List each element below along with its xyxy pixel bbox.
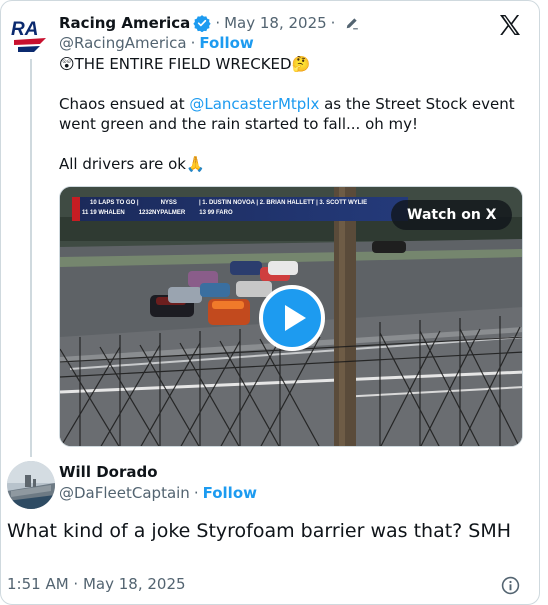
overlay-driver-2: 1232NYPALMER (138, 210, 186, 216)
overlay-driver-3: 13 99 FARO (199, 210, 233, 216)
series-name: NYSS (160, 200, 177, 206)
author-name[interactable]: Racing America (59, 14, 190, 32)
pray-emoji: 🙏 (185, 155, 205, 173)
shocked-emoji: 😲 (59, 55, 75, 73)
laps-to-go: 10 LAPS TO GO | (90, 200, 139, 206)
reply-handle[interactable]: @DaFleetCaptain (59, 484, 190, 502)
verified-badge-icon (193, 15, 211, 32)
overlay-driver-1: 11 19 WHALEN (82, 210, 125, 216)
thread-connector-line (30, 59, 32, 457)
post-text: 😲THE ENTIRE FIELD WRECKED🤔 Chaos ensued … (59, 54, 529, 174)
post-line-3: All drivers are ok (59, 155, 186, 173)
edit-pencil-icon (347, 18, 359, 30)
reply-text: What kind of a joke Styrofoam barrier wa… (7, 520, 512, 542)
post-line-2-prefix: Chaos ensued at (59, 95, 190, 113)
post-line-1: THE ENTIRE FIELD WRECKED (74, 55, 292, 73)
reply-follow-button[interactable]: Follow (203, 484, 257, 502)
svg-text:RA: RA (11, 19, 38, 40)
author-handle[interactable]: @RacingAmerica (59, 34, 187, 52)
video-player[interactable]: 10 LAPS TO GO | NYSS | 1. DUSTIN NOVOA |… (59, 186, 523, 447)
info-icon[interactable] (501, 576, 520, 595)
race-score-overlay: 10 LAPS TO GO | NYSS | 1. DUSTIN NOVOA |… (72, 197, 408, 221)
play-icon[interactable] (259, 285, 325, 351)
reply-author-name[interactable]: Will Dorado (59, 463, 158, 481)
racing-america-avatar[interactable]: RA (10, 16, 50, 56)
mention-link[interactable]: @LancasterMtplx (189, 95, 319, 113)
watch-on-x-button[interactable]: Watch on X (391, 200, 513, 230)
embedded-post-card: RA Racing America · May 18, 2025 · @Raci… (0, 0, 540, 605)
reply-timestamp[interactable]: 1:51 AM · May 18, 2025 (7, 575, 186, 593)
post-date[interactable]: May 18, 2025 (224, 14, 327, 32)
thinking-emoji: 🤔 (291, 55, 311, 73)
will-dorado-avatar[interactable] (7, 461, 55, 509)
leaderboard: | 1. DUSTIN NOVOA | 2. BRIAN HALLETT | 3… (198, 200, 368, 206)
x-logo-icon[interactable] (498, 13, 522, 37)
post-handle-row: @RacingAmerica · Follow (59, 34, 254, 52)
post-header: Racing America · May 18, 2025 · (59, 12, 359, 34)
reply-handle-row: @DaFleetCaptain · Follow (59, 484, 257, 502)
follow-button[interactable]: Follow (199, 34, 253, 52)
